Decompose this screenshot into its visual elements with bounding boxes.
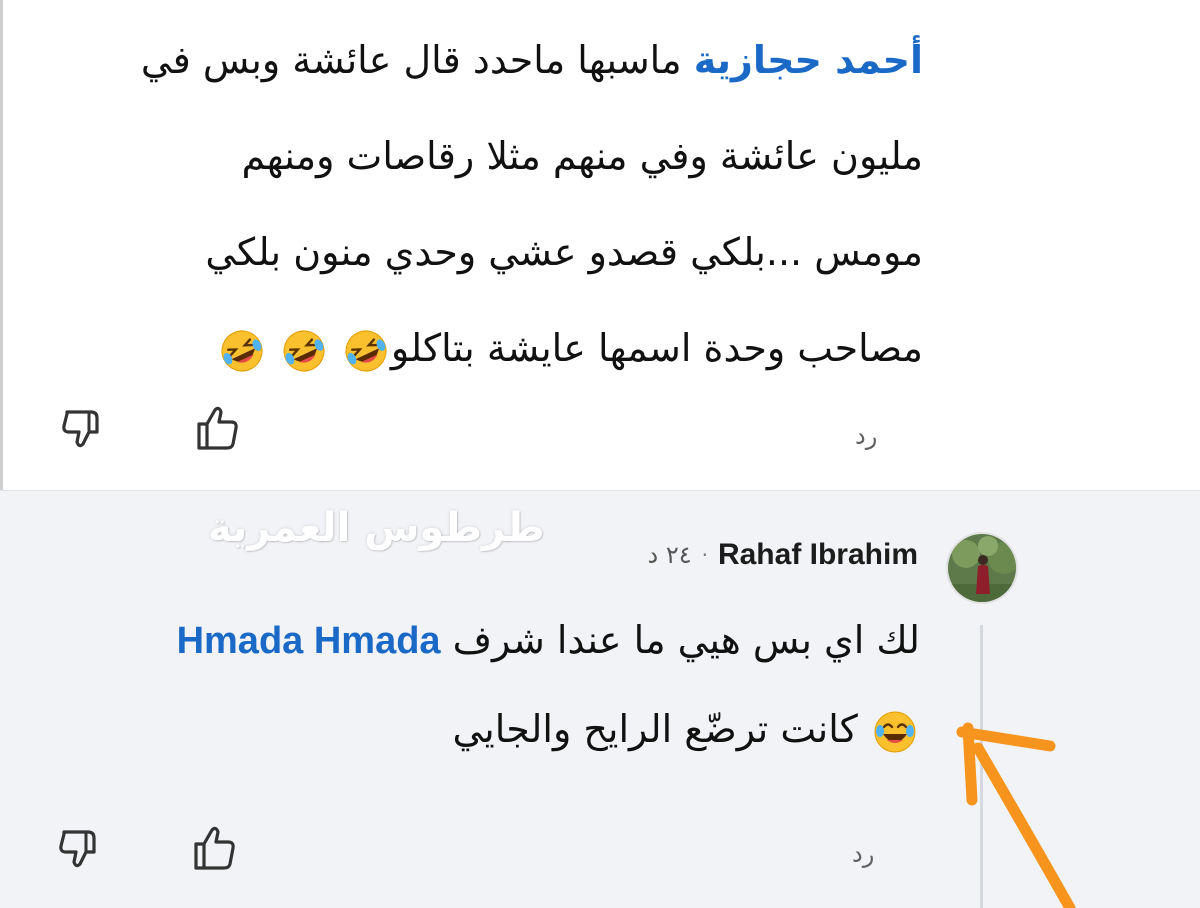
reply-body: لك اي بس هيي ما عندا شرف Hmada Hmada كان… xyxy=(40,596,920,773)
top-comment-text-1: ماسبها ماحدد قال عائشة وبس في xyxy=(140,38,694,82)
reply-line-2: كانت ترضّع الرايح والجايي xyxy=(40,685,920,773)
top-comment-line-1: أحمد حجازية ماسبها ماحدد قال عائشة وبس ف… xyxy=(43,12,923,108)
rolling-laughing-emoji xyxy=(345,330,387,371)
thumbs-up-icon[interactable] xyxy=(186,820,242,876)
reply-header: ٢٤ د · Rahaf Ibrahim xyxy=(647,532,918,578)
watermark: طرطوس العمرية xyxy=(208,505,545,551)
reply-link[interactable]: رد xyxy=(852,840,874,868)
top-comment-line-4: مصاحب وحدة اسمها عايشة بتاكلو xyxy=(43,300,923,396)
thumbs-down-icon[interactable] xyxy=(55,402,111,458)
top-comment-actions: رد xyxy=(3,398,1200,468)
reply-timestamp: ٢٤ د xyxy=(647,541,692,569)
thumbs-up-icon[interactable] xyxy=(189,400,245,456)
reply-line-1: لك اي بس هيي ما عندا شرف Hmada Hmada xyxy=(40,596,920,685)
thumbs-down-icon[interactable] xyxy=(52,822,108,878)
avatar[interactable] xyxy=(946,532,1018,604)
arrow-annotation-icon xyxy=(956,722,1076,908)
mention-link[interactable]: أحمد حجازية xyxy=(694,38,923,82)
top-comment-line-3: مومس ...بلكي قصدو عشي وحدي منون بلكي xyxy=(205,230,923,274)
top-comment-line-2: مليون عائشة وفي منهم مثلا رقاصات ومنهم xyxy=(241,134,923,178)
top-comment-text-4: مصاحب وحدة اسمها عايشة بتاكلو xyxy=(390,326,923,370)
rolling-laughing-emoji xyxy=(221,330,263,371)
reply-author[interactable]: Rahaf Ibrahim xyxy=(718,538,918,572)
separator-dot: · xyxy=(701,543,708,567)
top-comment: أحمد حجازية ماسبها ماحدد قال عائشة وبس ف… xyxy=(0,0,1200,490)
emoji-group xyxy=(217,300,391,396)
tears-of-joy-emoji xyxy=(874,711,916,752)
reply-mention-link[interactable]: Hmada Hmada xyxy=(177,620,441,662)
reply-link[interactable]: رد xyxy=(855,422,877,450)
top-comment-body: أحمد حجازية ماسبها ماحدد قال عائشة وبس ف… xyxy=(43,12,923,396)
reply-text-2: كانت ترضّع الرايح والجايي xyxy=(452,707,858,751)
reply-text-1: لك اي بس هيي ما عندا شرف xyxy=(440,618,920,662)
rolling-laughing-emoji xyxy=(283,330,325,371)
